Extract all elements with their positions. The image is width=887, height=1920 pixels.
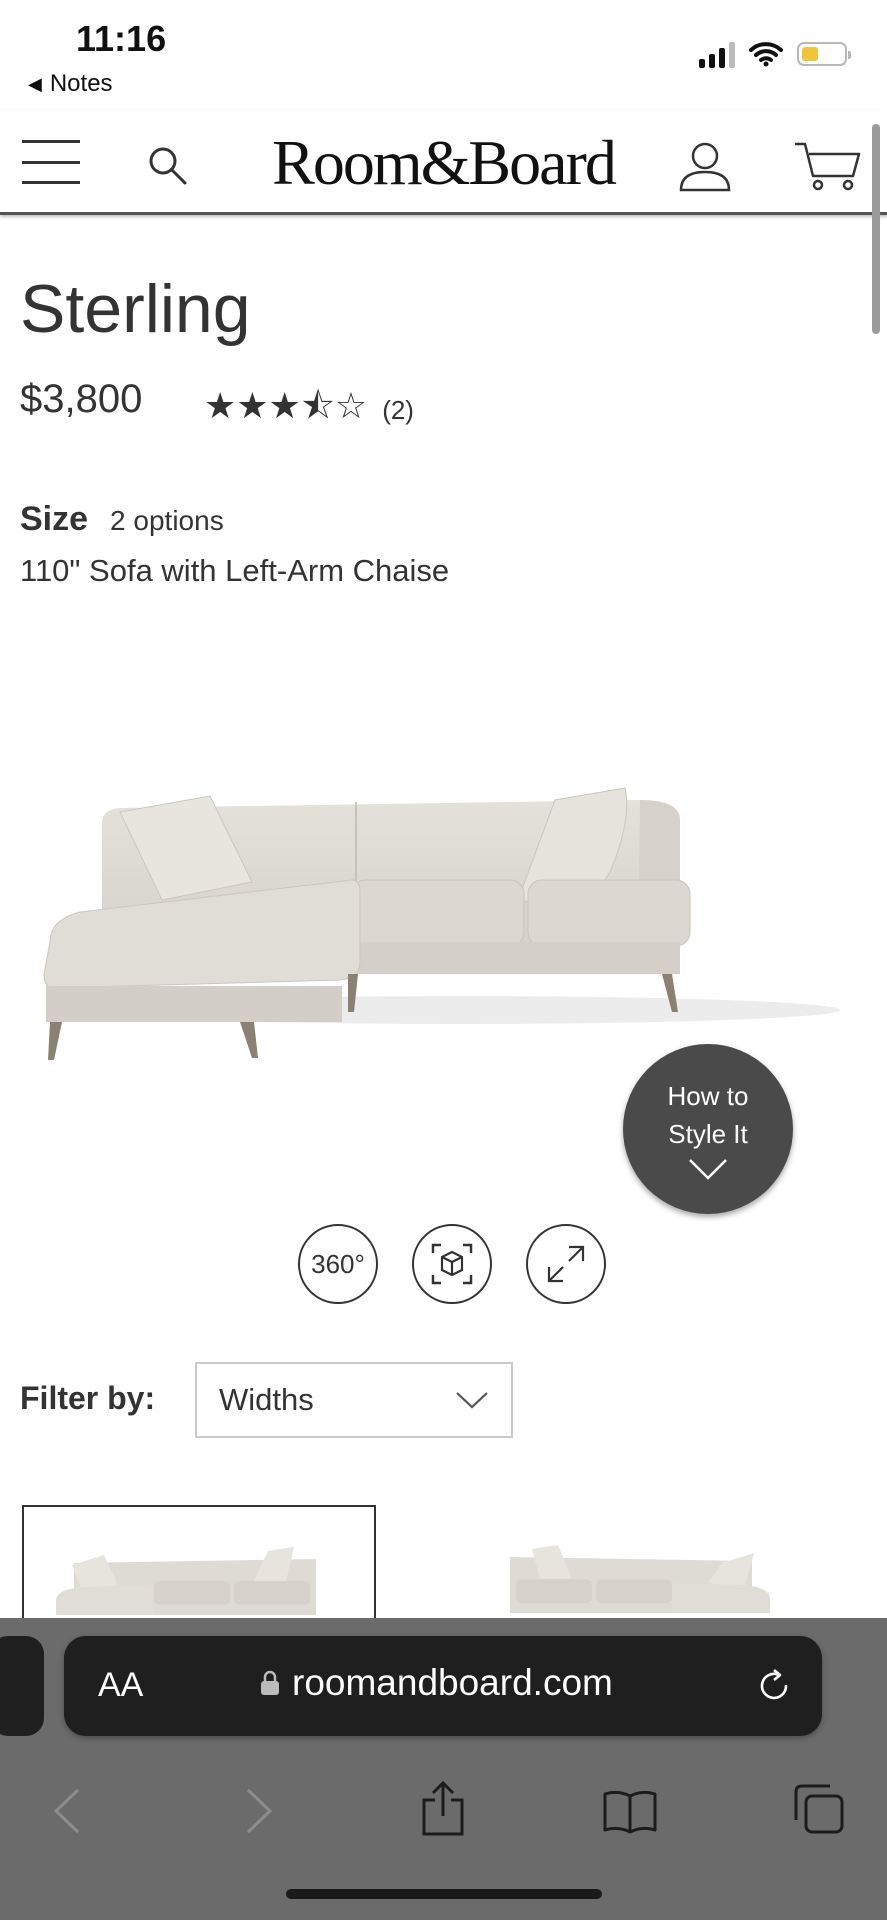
thumbnail-right-chaise[interactable] <box>452 1505 806 1620</box>
url-display[interactable]: roomandboard.com <box>260 1662 613 1704</box>
back-label: Notes <box>49 70 113 97</box>
thumbnail-left-chaise[interactable] <box>22 1505 376 1620</box>
size-selector[interactable]: Size 2 options <box>20 500 224 539</box>
ar-view-button[interactable] <box>412 1224 492 1304</box>
sofa-thumbnail-image <box>510 1545 770 1613</box>
size-thumbnails <box>22 1505 872 1620</box>
status-bar: 11:16 ◀ Notes <box>0 0 887 110</box>
status-icons <box>699 40 851 68</box>
product-title: Sterling <box>20 271 251 347</box>
sofa-thumbnail-image <box>56 1547 316 1615</box>
chevron-down-icon <box>689 1158 727 1180</box>
product-price: $3,800 <box>20 377 143 421</box>
fullscreen-button[interactable] <box>526 1224 606 1304</box>
size-label: Size <box>20 500 89 538</box>
chevron-down-icon <box>456 1392 488 1409</box>
share-icon[interactable] <box>420 1780 466 1836</box>
forward-icon[interactable] <box>244 1788 274 1834</box>
view-360-label: 360° <box>311 1248 365 1279</box>
text-size-button[interactable]: AA <box>98 1666 143 1705</box>
wifi-icon <box>749 42 783 67</box>
reload-icon[interactable] <box>754 1666 794 1706</box>
filter-selected-value: Widths <box>219 1382 314 1417</box>
selected-size: 110" Sofa with Left-Arm Chaise <box>20 553 450 588</box>
bookmarks-icon[interactable] <box>602 1788 658 1834</box>
address-bar[interactable]: AA roomandboard.com <box>64 1636 822 1736</box>
site-logo[interactable]: Room&Board <box>0 126 887 200</box>
text-size-label: AA <box>98 1666 144 1704</box>
browser-bottom-bar: AA roomandboard.com <box>0 1618 887 1920</box>
ar-cube-icon <box>431 1243 473 1285</box>
back-to-notes-link[interactable]: ◀ Notes <box>28 70 113 98</box>
expand-icon <box>547 1245 585 1283</box>
image-view-controls: 360° <box>298 1224 606 1304</box>
cart-icon[interactable] <box>793 140 863 192</box>
browser-toolbar <box>0 1758 887 1868</box>
view-360-button[interactable]: 360° <box>298 1224 378 1304</box>
battery-icon <box>797 42 851 66</box>
product-rating[interactable]: ★★★⯪☆ (2) <box>204 380 414 441</box>
filter-dropdown[interactable]: Widths <box>195 1362 513 1438</box>
home-indicator[interactable] <box>286 1889 602 1899</box>
style-button-line1: How to <box>667 1081 749 1112</box>
filter-label: Filter by: <box>20 1380 156 1416</box>
product-image[interactable] <box>40 760 850 1080</box>
previous-tab-peek[interactable] <box>0 1636 44 1736</box>
size-options-count: 2 options <box>110 505 224 536</box>
how-to-style-it-button[interactable]: How to Style It <box>623 1044 793 1214</box>
site-header: Room&Board <box>0 110 887 215</box>
cellular-signal-icon <box>699 40 735 68</box>
page-scrollbar[interactable] <box>872 124 880 334</box>
lock-icon <box>261 1670 279 1695</box>
status-time: 11:16 <box>76 18 167 59</box>
rating-stars-icon: ★★★⯪☆ <box>204 385 368 426</box>
review-count[interactable]: (2) <box>382 395 414 426</box>
back-triangle-icon: ◀ <box>28 73 42 94</box>
back-icon[interactable] <box>52 1788 82 1834</box>
url-text: roomandboard.com <box>292 1662 613 1703</box>
tabs-icon[interactable] <box>792 1782 846 1836</box>
account-icon[interactable] <box>678 140 732 192</box>
style-button-line2: Style It <box>668 1119 748 1149</box>
